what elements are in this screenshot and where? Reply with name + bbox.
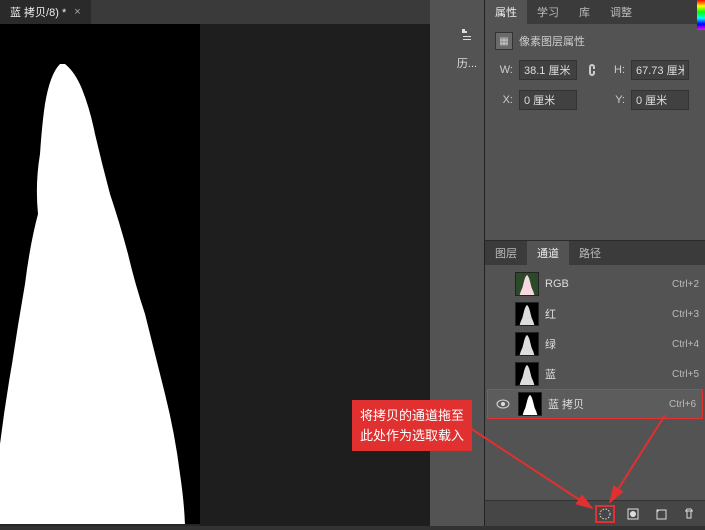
height-field[interactable] [631, 60, 689, 80]
annotation-line1: 将拷贝的通道拖至 [360, 406, 464, 426]
x-field[interactable] [519, 90, 577, 110]
tab-learn[interactable]: 学习 [527, 0, 569, 24]
delete-channel-icon[interactable] [679, 505, 699, 523]
channel-thumbnail [518, 392, 542, 416]
history-panel-toggle[interactable] [454, 24, 480, 46]
annotation-line2: 此处作为选取载入 [360, 426, 464, 446]
color-spectrum-icon[interactable] [697, 0, 705, 30]
channel-list: RGB Ctrl+2 红 Ctrl+3 绿 Ctrl+4 蓝 Ctrl+5 蓝 拷贝 Ctrl+6 [485, 265, 705, 500]
new-channel-icon[interactable] [651, 505, 671, 523]
channel-thumbnail [515, 272, 539, 296]
width-field[interactable] [519, 60, 577, 80]
right-panels: 属性 学习 库 调整 ▦ 像素图层属性 W: H: X: [484, 0, 705, 526]
x-label: X: [495, 94, 513, 106]
properties-header-label: 像素图层属性 [519, 33, 585, 49]
channel-name: 绿 [545, 336, 666, 352]
channel-name: 蓝 [545, 366, 666, 382]
channel-shortcut: Ctrl+6 [669, 399, 696, 410]
height-label: H: [607, 64, 625, 76]
tab-libraries[interactable]: 库 [569, 0, 600, 24]
tab-paths[interactable]: 路径 [569, 241, 611, 265]
channel-shortcut: Ctrl+5 [672, 369, 699, 380]
channels-panel: 图层 通道 路径 RGBCtrl+2红Ctrl+3绿Ctrl+4蓝Ctrl+5蓝… [485, 240, 705, 526]
channel-name: 蓝 拷贝 [548, 396, 663, 412]
channel-name: RGB [545, 278, 666, 290]
tab-layers[interactable]: 图层 [485, 241, 527, 265]
visibility-toggle[interactable] [494, 397, 512, 411]
tab-properties[interactable]: 属性 [485, 0, 527, 24]
link-dimensions-icon[interactable] [583, 61, 601, 79]
channel-content-image [0, 64, 200, 524]
channels-footer [485, 500, 705, 526]
tutorial-annotation: 将拷贝的通道拖至 此处作为选取载入 [352, 400, 472, 451]
document-tab[interactable]: 蓝 拷贝/8) * × [0, 0, 91, 24]
canvas[interactable] [0, 24, 200, 524]
y-field[interactable] [631, 90, 689, 110]
properties-panel: ▦ 像素图层属性 W: H: X: Y: [485, 24, 705, 240]
channel-thumbnail [515, 302, 539, 326]
save-selection-mask-icon[interactable] [623, 505, 643, 523]
close-icon[interactable]: × [74, 6, 80, 18]
document-tab-bar: 蓝 拷贝/8) * × [0, 0, 430, 24]
pixel-layer-icon: ▦ [495, 32, 513, 50]
channel-row[interactable]: 蓝 拷贝 Ctrl+6 [487, 389, 703, 419]
width-label: W: [495, 64, 513, 76]
channel-name: 红 [545, 306, 666, 322]
y-label: Y: [607, 94, 625, 106]
tab-adjustments[interactable]: 调整 [600, 0, 642, 24]
channel-row[interactable]: 蓝 Ctrl+5 [485, 359, 705, 389]
tab-channels[interactable]: 通道 [527, 241, 569, 265]
load-selection-icon[interactable] [595, 505, 615, 523]
channel-shortcut: Ctrl+4 [672, 339, 699, 350]
channel-row[interactable]: RGB Ctrl+2 [485, 269, 705, 299]
document-tab-title: 蓝 拷贝/8) * [10, 4, 66, 20]
channel-shortcut: Ctrl+2 [672, 279, 699, 290]
channel-row[interactable]: 红 Ctrl+3 [485, 299, 705, 329]
history-panel-label[interactable]: 历... [454, 52, 480, 74]
channel-thumbnail [515, 362, 539, 386]
channel-thumbnail [515, 332, 539, 356]
channel-row[interactable]: 绿 Ctrl+4 [485, 329, 705, 359]
channel-shortcut: Ctrl+3 [672, 309, 699, 320]
properties-tabs: 属性 学习 库 调整 [485, 0, 705, 24]
